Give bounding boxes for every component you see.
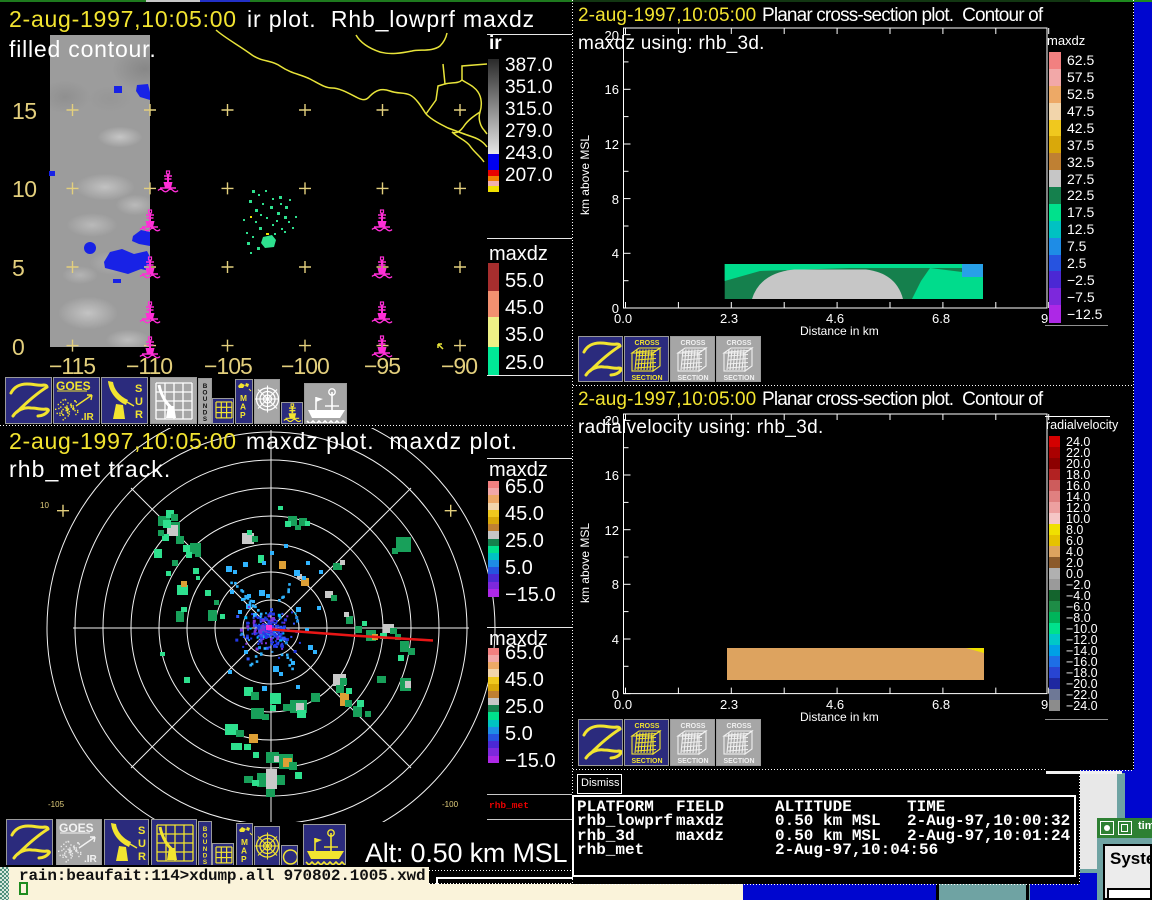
svg-text:CROSS: CROSS	[727, 723, 752, 730]
svg-text:CROSS: CROSS	[635, 723, 660, 730]
svg-text:SECTION: SECTION	[631, 758, 662, 765]
svg-text:SECTION: SECTION	[723, 758, 754, 765]
svg-text:SECTION: SECTION	[677, 758, 708, 765]
svg-text:CROSS: CROSS	[681, 723, 706, 730]
